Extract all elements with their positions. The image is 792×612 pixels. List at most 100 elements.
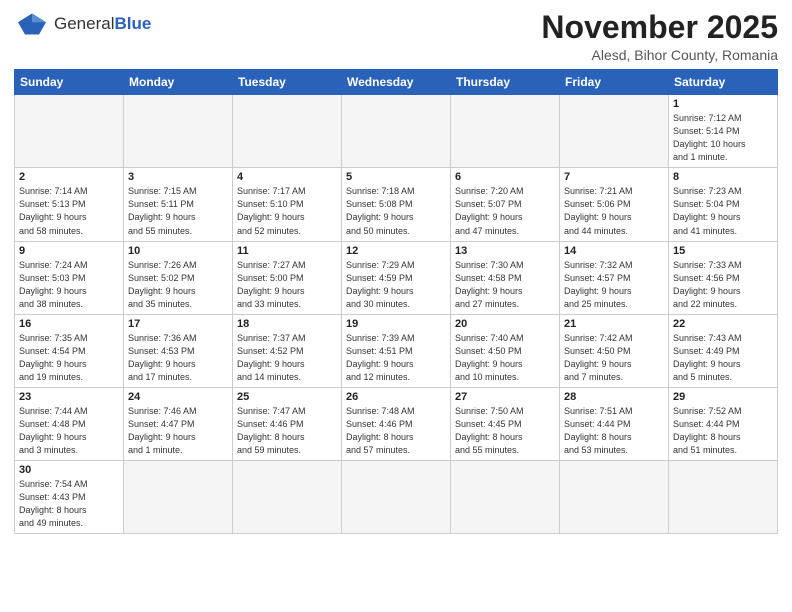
title-block: November 2025 Alesd, Bihor County, Roman… bbox=[541, 10, 778, 63]
calendar-cell: 2 Sunrise: 7:14 AM Sunset: 5:13 PM Daylig… bbox=[15, 168, 124, 241]
day-info: Sunrise: 7:20 AM Sunset: 5:07 PM Dayligh… bbox=[455, 185, 555, 237]
calendar-cell: 28 Sunrise: 7:51 AM Sunset: 4:44 PM Dayli… bbox=[560, 387, 669, 460]
weekday-header-sunday: Sunday bbox=[15, 70, 124, 95]
calendar-cell: 9 Sunrise: 7:24 AM Sunset: 5:03 PM Daylig… bbox=[15, 241, 124, 314]
day-info: Sunrise: 7:23 AM Sunset: 5:04 PM Dayligh… bbox=[673, 185, 773, 237]
day-info: Sunrise: 7:40 AM Sunset: 4:50 PM Dayligh… bbox=[455, 332, 555, 384]
day-number: 28 bbox=[564, 391, 664, 403]
day-number: 13 bbox=[455, 245, 555, 257]
day-info: Sunrise: 7:14 AM Sunset: 5:13 PM Dayligh… bbox=[19, 185, 119, 237]
day-info: Sunrise: 7:15 AM Sunset: 5:11 PM Dayligh… bbox=[128, 185, 228, 237]
day-number: 4 bbox=[237, 171, 337, 183]
logo-text: GeneralBlue bbox=[54, 14, 151, 34]
day-info: Sunrise: 7:50 AM Sunset: 4:45 PM Dayligh… bbox=[455, 405, 555, 457]
day-number: 3 bbox=[128, 171, 228, 183]
calendar-cell bbox=[560, 95, 669, 168]
calendar-cell: 21 Sunrise: 7:42 AM Sunset: 4:50 PM Dayli… bbox=[560, 314, 669, 387]
day-info: Sunrise: 7:42 AM Sunset: 4:50 PM Dayligh… bbox=[564, 332, 664, 384]
day-number: 22 bbox=[673, 318, 773, 330]
calendar-cell bbox=[233, 461, 342, 534]
day-number: 16 bbox=[19, 318, 119, 330]
day-info: Sunrise: 7:47 AM Sunset: 4:46 PM Dayligh… bbox=[237, 405, 337, 457]
calendar-week-row: 16Sunrise: 7:35 AM Sunset: 4:54 PM Dayli… bbox=[15, 314, 778, 387]
weekday-header-monday: Monday bbox=[124, 70, 233, 95]
day-number: 15 bbox=[673, 245, 773, 257]
logo-icon bbox=[14, 10, 50, 38]
calendar-cell: 13Sunrise: 7:30 AM Sunset: 4:58 PM Dayli… bbox=[451, 241, 560, 314]
weekday-header-row: SundayMondayTuesdayWednesdayThursdayFrid… bbox=[15, 70, 778, 95]
day-info: Sunrise: 7:18 AM Sunset: 5:08 PM Dayligh… bbox=[346, 185, 446, 237]
calendar-subtitle: Alesd, Bihor County, Romania bbox=[541, 47, 778, 63]
day-number: 9 bbox=[19, 245, 119, 257]
day-number: 18 bbox=[237, 318, 337, 330]
day-info: Sunrise: 7:52 AM Sunset: 4:44 PM Dayligh… bbox=[673, 405, 773, 457]
day-number: 17 bbox=[128, 318, 228, 330]
weekday-header-saturday: Saturday bbox=[669, 70, 778, 95]
day-number: 6 bbox=[455, 171, 555, 183]
day-info: Sunrise: 7:27 AM Sunset: 5:00 PM Dayligh… bbox=[237, 259, 337, 311]
calendar-cell bbox=[124, 95, 233, 168]
day-number: 19 bbox=[346, 318, 446, 330]
calendar-week-row: 2 Sunrise: 7:14 AM Sunset: 5:13 PM Daylig… bbox=[15, 168, 778, 241]
calendar-cell bbox=[342, 95, 451, 168]
logo: GeneralBlue bbox=[14, 10, 151, 38]
calendar-cell: 29 Sunrise: 7:52 AM Sunset: 4:44 PM Dayli… bbox=[669, 387, 778, 460]
day-info: Sunrise: 7:48 AM Sunset: 4:46 PM Dayligh… bbox=[346, 405, 446, 457]
day-info: Sunrise: 7:37 AM Sunset: 4:52 PM Dayligh… bbox=[237, 332, 337, 384]
calendar-cell bbox=[342, 461, 451, 534]
calendar-cell: 20 Sunrise: 7:40 AM Sunset: 4:50 PM Dayli… bbox=[451, 314, 560, 387]
page: GeneralBlue November 2025 Alesd, Bihor C… bbox=[0, 0, 792, 612]
day-number: 20 bbox=[455, 318, 555, 330]
calendar-table: SundayMondayTuesdayWednesdayThursdayFrid… bbox=[14, 69, 778, 534]
day-number: 12 bbox=[346, 245, 446, 257]
calendar-cell: 25Sunrise: 7:47 AM Sunset: 4:46 PM Dayli… bbox=[233, 387, 342, 460]
calendar-title: November 2025 bbox=[541, 10, 778, 45]
day-info: Sunrise: 7:51 AM Sunset: 4:44 PM Dayligh… bbox=[564, 405, 664, 457]
calendar-cell: 18 Sunrise: 7:37 AM Sunset: 4:52 PM Dayli… bbox=[233, 314, 342, 387]
calendar-cell bbox=[560, 461, 669, 534]
weekday-header-tuesday: Tuesday bbox=[233, 70, 342, 95]
calendar-week-row: 9 Sunrise: 7:24 AM Sunset: 5:03 PM Daylig… bbox=[15, 241, 778, 314]
day-number: 2 bbox=[19, 171, 119, 183]
day-number: 21 bbox=[564, 318, 664, 330]
calendar-cell bbox=[451, 95, 560, 168]
day-number: 29 bbox=[673, 391, 773, 403]
calendar-cell bbox=[124, 461, 233, 534]
calendar-cell: 16Sunrise: 7:35 AM Sunset: 4:54 PM Dayli… bbox=[15, 314, 124, 387]
calendar-cell: 19Sunrise: 7:39 AM Sunset: 4:51 PM Dayli… bbox=[342, 314, 451, 387]
day-number: 14 bbox=[564, 245, 664, 257]
day-info: Sunrise: 7:36 AM Sunset: 4:53 PM Dayligh… bbox=[128, 332, 228, 384]
calendar-week-row: 30Sunrise: 7:54 AM Sunset: 4:43 PM Dayli… bbox=[15, 461, 778, 534]
day-number: 5 bbox=[346, 171, 446, 183]
calendar-cell bbox=[451, 461, 560, 534]
calendar-cell bbox=[233, 95, 342, 168]
weekday-header-friday: Friday bbox=[560, 70, 669, 95]
day-info: Sunrise: 7:32 AM Sunset: 4:57 PM Dayligh… bbox=[564, 259, 664, 311]
calendar-cell: 15 Sunrise: 7:33 AM Sunset: 4:56 PM Dayli… bbox=[669, 241, 778, 314]
calendar-cell: 27 Sunrise: 7:50 AM Sunset: 4:45 PM Dayli… bbox=[451, 387, 560, 460]
calendar-cell: 11Sunrise: 7:27 AM Sunset: 5:00 PM Dayli… bbox=[233, 241, 342, 314]
calendar-cell: 7Sunrise: 7:21 AM Sunset: 5:06 PM Daylig… bbox=[560, 168, 669, 241]
calendar-cell: 12 Sunrise: 7:29 AM Sunset: 4:59 PM Dayli… bbox=[342, 241, 451, 314]
day-info: Sunrise: 7:21 AM Sunset: 5:06 PM Dayligh… bbox=[564, 185, 664, 237]
day-info: Sunrise: 7:12 AM Sunset: 5:14 PM Dayligh… bbox=[673, 112, 773, 164]
weekday-header-thursday: Thursday bbox=[451, 70, 560, 95]
calendar-week-row: 23 Sunrise: 7:44 AM Sunset: 4:48 PM Dayli… bbox=[15, 387, 778, 460]
calendar-cell: 3 Sunrise: 7:15 AM Sunset: 5:11 PM Daylig… bbox=[124, 168, 233, 241]
day-info: Sunrise: 7:17 AM Sunset: 5:10 PM Dayligh… bbox=[237, 185, 337, 237]
calendar-cell: 17 Sunrise: 7:36 AM Sunset: 4:53 PM Dayli… bbox=[124, 314, 233, 387]
calendar-cell: 1Sunrise: 7:12 AM Sunset: 5:14 PM Daylig… bbox=[669, 95, 778, 168]
day-number: 24 bbox=[128, 391, 228, 403]
day-number: 30 bbox=[19, 464, 119, 476]
calendar-cell: 8Sunrise: 7:23 AM Sunset: 5:04 PM Daylig… bbox=[669, 168, 778, 241]
day-info: Sunrise: 7:44 AM Sunset: 4:48 PM Dayligh… bbox=[19, 405, 119, 457]
day-number: 23 bbox=[19, 391, 119, 403]
day-number: 27 bbox=[455, 391, 555, 403]
day-info: Sunrise: 7:24 AM Sunset: 5:03 PM Dayligh… bbox=[19, 259, 119, 311]
day-info: Sunrise: 7:33 AM Sunset: 4:56 PM Dayligh… bbox=[673, 259, 773, 311]
day-info: Sunrise: 7:43 AM Sunset: 4:49 PM Dayligh… bbox=[673, 332, 773, 384]
day-info: Sunrise: 7:46 AM Sunset: 4:47 PM Dayligh… bbox=[128, 405, 228, 457]
calendar-cell: 30Sunrise: 7:54 AM Sunset: 4:43 PM Dayli… bbox=[15, 461, 124, 534]
day-info: Sunrise: 7:29 AM Sunset: 4:59 PM Dayligh… bbox=[346, 259, 446, 311]
header: GeneralBlue November 2025 Alesd, Bihor C… bbox=[14, 10, 778, 63]
